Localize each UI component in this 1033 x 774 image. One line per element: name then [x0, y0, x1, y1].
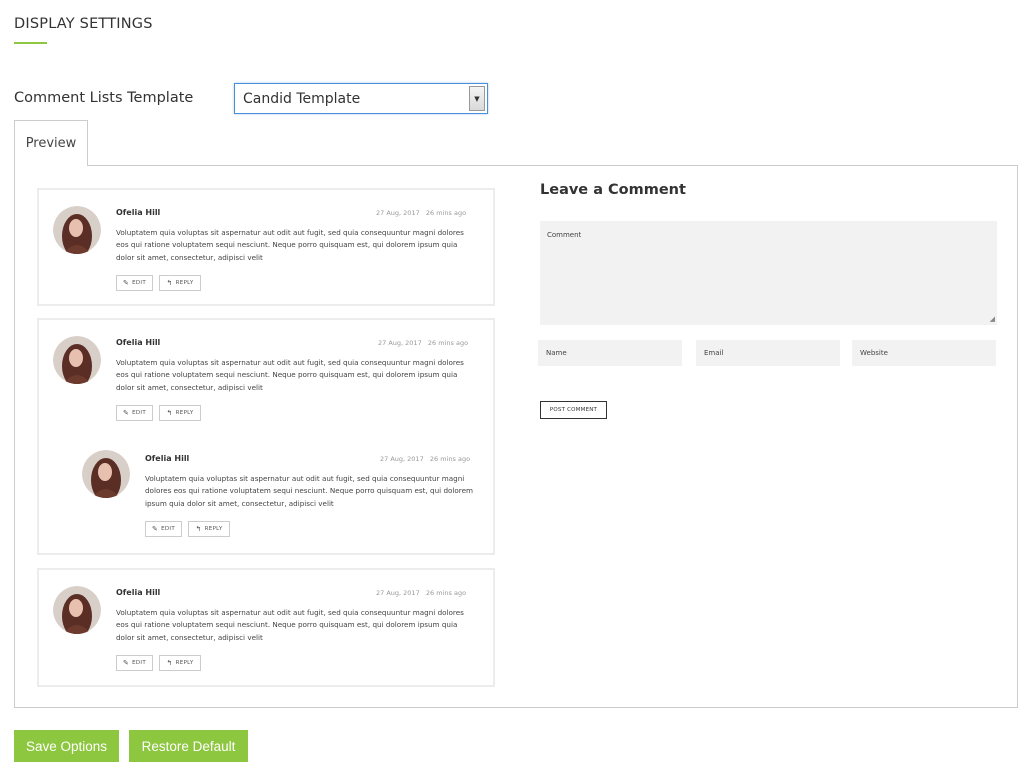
avatar: [53, 586, 101, 634]
edit-button[interactable]: ✎ EDIT: [145, 521, 182, 537]
comment-date: 27 Aug, 2017 26 mins ago: [376, 589, 466, 597]
edit-label: EDIT: [161, 526, 176, 532]
edit-label: EDIT: [132, 280, 147, 286]
reply-icon: ↰: [166, 659, 173, 667]
reply-label: REPLY: [175, 660, 194, 666]
reply-label: REPLY: [204, 526, 223, 532]
comment-text: Voluptatem quia voluptas sit aspernatur …: [116, 608, 464, 642]
resize-handle-icon[interactable]: ◢: [990, 316, 995, 323]
post-comment-button[interactable]: POST COMMENT: [540, 401, 607, 419]
comment-date-text: 27 Aug, 2017: [378, 339, 422, 347]
comment-date-text: 27 Aug, 2017: [380, 455, 424, 463]
comment-item: Ofelia Hill 27 Aug, 2017 26 mins ago Vol…: [39, 320, 493, 434]
edit-button[interactable]: ✎ EDIT: [116, 275, 153, 291]
preview-panel: Ofelia Hill 27 Aug, 2017 26 mins ago Vol…: [14, 165, 1018, 708]
comment-ago: 26 mins ago: [429, 455, 471, 463]
website-placeholder: Website: [860, 349, 888, 357]
pencil-icon: ✎: [122, 659, 130, 667]
reply-label: REPLY: [175, 410, 194, 416]
nested-reply-item: Ofelia Hill 27 Aug, 2017 26 mins ago Vol…: [68, 436, 493, 551]
avatar: [53, 336, 101, 384]
pencil-icon: ✎: [151, 525, 159, 533]
reply-button[interactable]: ↰ REPLY: [188, 521, 230, 537]
comment-ago: 26 mins ago: [425, 589, 467, 597]
pencil-icon: ✎: [122, 409, 130, 417]
tab-preview[interactable]: Preview: [14, 120, 88, 166]
leave-comment-title: Leave a Comment: [540, 182, 686, 198]
template-label: Comment Lists Template: [14, 90, 194, 106]
name-placeholder: Name: [546, 349, 567, 357]
reply-button[interactable]: ↰ REPLY: [159, 655, 201, 671]
reply-button[interactable]: ↰ REPLY: [159, 405, 201, 421]
comment-author: Ofelia Hill: [116, 208, 161, 217]
avatar: [82, 450, 130, 498]
comment-text: Voluptatem quia voluptas sit aspernatur …: [116, 358, 464, 392]
comment-card: Ofelia Hill 27 Aug, 2017 26 mins ago Vol…: [37, 568, 495, 687]
edit-button[interactable]: ✎ EDIT: [116, 655, 153, 671]
edit-label: EDIT: [132, 410, 147, 416]
comment-card: Ofelia Hill 27 Aug, 2017 26 mins ago Vol…: [37, 188, 495, 306]
comment-ago: 26 mins ago: [427, 339, 469, 347]
dropdown-arrow-icon[interactable]: ▼: [469, 86, 485, 111]
reply-icon: ↰: [195, 525, 202, 533]
website-field[interactable]: Website: [852, 340, 996, 366]
section-title: DISPLAY SETTINGS: [14, 16, 153, 32]
template-select-value: Candid Template: [243, 91, 361, 107]
reply-label: REPLY: [175, 280, 194, 286]
comment-date: 27 Aug, 2017 26 mins ago: [378, 339, 468, 347]
comment-text: Voluptatem quia voluptas sit aspernatur …: [116, 228, 464, 262]
comment-item: Ofelia Hill 27 Aug, 2017 26 mins ago Vol…: [39, 190, 493, 304]
comment-textarea[interactable]: Comment ◢: [540, 221, 997, 325]
edit-label: EDIT: [132, 660, 147, 666]
comment-card: Ofelia Hill 27 Aug, 2017 26 mins ago Vol…: [37, 318, 495, 555]
comment-date: 27 Aug, 2017 26 mins ago: [376, 209, 466, 217]
comment-author: Ofelia Hill: [145, 454, 190, 463]
comment-author: Ofelia Hill: [116, 338, 161, 347]
comment-date-text: 27 Aug, 2017: [376, 209, 420, 217]
comment-text: Voluptatem quia voluptas sit aspernatur …: [145, 474, 474, 508]
comment-placeholder: Comment: [547, 231, 582, 239]
template-select[interactable]: Candid Template ▼: [234, 83, 488, 114]
avatar: [53, 206, 101, 254]
edit-button[interactable]: ✎ EDIT: [116, 405, 153, 421]
pencil-icon: ✎: [122, 279, 130, 287]
comment-date: 27 Aug, 2017 26 mins ago: [380, 455, 470, 463]
reply-button[interactable]: ↰ REPLY: [159, 275, 201, 291]
restore-default-button[interactable]: Restore Default: [129, 730, 248, 762]
reply-icon: ↰: [166, 279, 173, 287]
comment-author: Ofelia Hill: [116, 588, 161, 597]
name-field[interactable]: Name: [538, 340, 682, 366]
email-placeholder: Email: [704, 349, 724, 357]
email-field[interactable]: Email: [696, 340, 840, 366]
title-underline: [14, 42, 47, 44]
reply-icon: ↰: [166, 409, 173, 417]
comment-date-text: 27 Aug, 2017: [376, 589, 420, 597]
comment-item: Ofelia Hill 27 Aug, 2017 26 mins ago Vol…: [39, 570, 493, 685]
comment-ago: 26 mins ago: [425, 209, 467, 217]
save-options-button[interactable]: Save Options: [14, 730, 119, 762]
